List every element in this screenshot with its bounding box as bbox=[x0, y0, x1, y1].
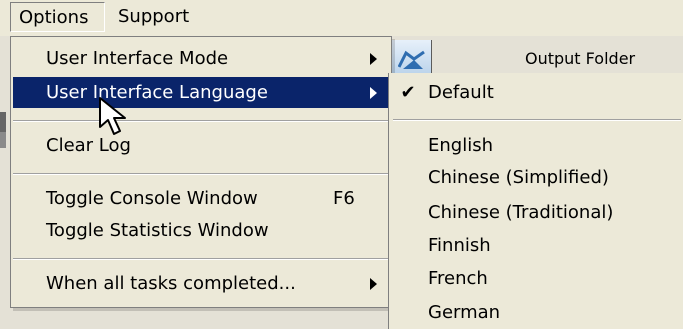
menu-item-toggle-statistics-window[interactable]: Toggle Statistics Window bbox=[13, 215, 389, 246]
menu-item-label: Clear Log bbox=[46, 135, 131, 156]
keyboard-shortcut: F6 bbox=[333, 188, 355, 209]
menu-item-label: Toggle Console Window bbox=[46, 188, 258, 209]
language-submenu: ✔ Default English Chinese (Simplified) C… bbox=[388, 73, 683, 329]
menu-item-label: User Interface Mode bbox=[46, 48, 229, 69]
language-label: Default bbox=[428, 82, 494, 103]
folder-icon bbox=[398, 50, 425, 69]
language-label: Finnish bbox=[428, 235, 491, 256]
menu-item-label: User Interface Language bbox=[46, 82, 268, 103]
chevron-right-icon bbox=[370, 53, 377, 65]
output-folder-label: Output Folder bbox=[525, 49, 636, 68]
language-finnish[interactable]: Finnish bbox=[389, 230, 683, 261]
language-label: Chinese (Traditional) bbox=[428, 202, 614, 223]
output-folder-button[interactable] bbox=[392, 40, 432, 76]
language-label: German bbox=[428, 302, 501, 323]
menu-separator bbox=[13, 258, 389, 260]
language-french[interactable]: French bbox=[389, 263, 683, 294]
language-english[interactable]: English bbox=[389, 130, 683, 161]
language-german[interactable]: German bbox=[389, 297, 683, 328]
menu-item-label: Toggle Statistics Window bbox=[46, 220, 269, 241]
menu-bar: Options Support bbox=[0, 0, 683, 34]
language-chinese-simplified[interactable]: Chinese (Simplified) bbox=[389, 162, 683, 193]
background-edge-mark bbox=[0, 132, 6, 148]
language-chinese-traditional[interactable]: Chinese (Traditional) bbox=[389, 197, 683, 228]
menu-item-user-interface-language[interactable]: User Interface Language bbox=[13, 77, 389, 108]
language-label: Chinese (Simplified) bbox=[428, 167, 609, 188]
language-label: English bbox=[428, 135, 493, 156]
background-edge-mark bbox=[0, 112, 6, 132]
menu-item-label: When all tasks completed... bbox=[46, 273, 296, 294]
menu-item-toggle-console-window[interactable]: Toggle Console Window F6 bbox=[13, 183, 389, 214]
menu-support[interactable]: Support bbox=[110, 2, 200, 32]
language-default[interactable]: ✔ Default bbox=[389, 77, 683, 108]
language-label: French bbox=[428, 268, 488, 289]
menu-options[interactable]: Options bbox=[10, 2, 105, 32]
options-menu: User Interface Mode User Interface Langu… bbox=[10, 36, 392, 308]
submenu-separator bbox=[393, 119, 681, 121]
menu-separator bbox=[13, 120, 389, 122]
checkmark-icon: ✔ bbox=[400, 82, 416, 103]
menu-item-clear-log[interactable]: Clear Log bbox=[13, 130, 389, 161]
menu-separator bbox=[13, 173, 389, 175]
menu-item-user-interface-mode[interactable]: User Interface Mode bbox=[13, 43, 389, 74]
chevron-right-icon bbox=[370, 278, 377, 290]
menu-item-when-all-tasks-completed[interactable]: When all tasks completed... bbox=[13, 268, 389, 299]
chevron-right-icon bbox=[370, 87, 377, 99]
